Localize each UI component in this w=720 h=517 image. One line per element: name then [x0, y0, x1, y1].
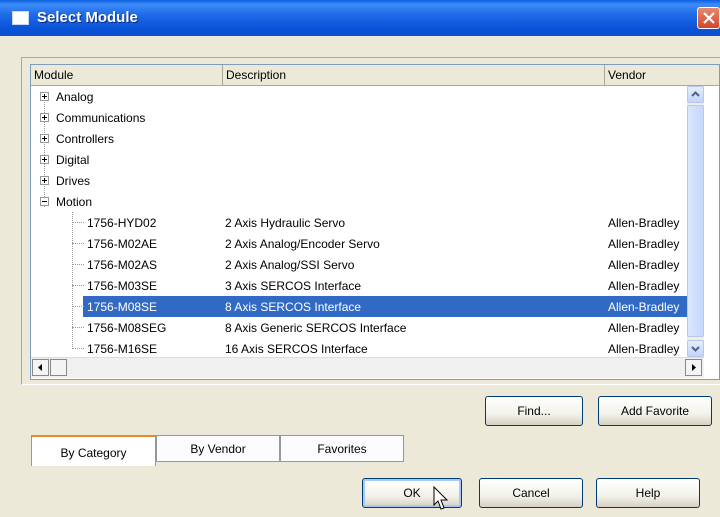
- module-vendor: Allen-Bradley: [608, 258, 680, 272]
- module-name: 1756-M02AE: [87, 237, 158, 251]
- scroll-up-button[interactable]: [687, 86, 704, 103]
- module-row[interactable]: 1756-M16SE 16 Axis SERCOS Interface Allen-…: [31, 338, 691, 359]
- expand-icon[interactable]: [40, 176, 49, 185]
- title-bar: Select Module: [0, 0, 720, 36]
- category-label: Drives: [56, 174, 91, 188]
- tree-connector: [72, 285, 84, 286]
- tree-category-drives[interactable]: Drives: [31, 170, 691, 191]
- horizontal-scroll-thumb[interactable]: [50, 359, 67, 376]
- module-name: 1756-M16SE: [87, 342, 158, 356]
- module-tree: Analog Communications Controllers Digital Dr…: [31, 86, 691, 357]
- tab-favorites[interactable]: Favorites: [280, 435, 404, 462]
- chevron-down-icon: [691, 346, 700, 352]
- category-label: Motion: [56, 195, 93, 209]
- tree-category-communications[interactable]: Communications: [31, 107, 691, 128]
- column-header-module[interactable]: Module: [31, 65, 223, 86]
- horizontal-scrollbar[interactable]: [31, 357, 704, 378]
- expand-icon[interactable]: [40, 113, 49, 122]
- category-label: Controllers: [56, 132, 115, 146]
- collapse-icon[interactable]: [40, 197, 49, 206]
- tree-connector: [72, 348, 84, 349]
- module-vendor: Allen-Bradley: [608, 321, 680, 335]
- tree-category-controllers[interactable]: Controllers: [31, 128, 691, 149]
- tab-by-vendor[interactable]: By Vendor: [156, 435, 280, 462]
- tree-category-digital[interactable]: Digital: [31, 149, 691, 170]
- module-name: 1756-M03SE: [87, 279, 158, 293]
- scroll-left-button[interactable]: [32, 359, 49, 376]
- module-row[interactable]: 1756-HYD02 2 Axis Hydraulic Servo Allen-Br…: [31, 212, 691, 233]
- category-label: Communications: [56, 111, 146, 125]
- module-vendor: Allen-Bradley: [608, 342, 680, 356]
- vertical-scroll-thumb[interactable]: [687, 105, 704, 337]
- module-name: 1756-M02AS: [87, 258, 158, 272]
- scroll-down-button[interactable]: [687, 340, 704, 357]
- module-description: 8 Axis SERCOS Interface: [225, 300, 362, 314]
- module-row[interactable]: 1756-M08SEG 8 Axis Generic SERCOS Interfa…: [31, 317, 691, 338]
- expand-icon[interactable]: [40, 134, 49, 143]
- module-description: 2 Axis Analog/SSI Servo: [225, 258, 355, 272]
- column-header-description[interactable]: Description: [223, 65, 605, 86]
- arrow-right-icon: [692, 364, 696, 371]
- add-favorite-button[interactable]: Add Favorite: [598, 396, 712, 426]
- module-list[interactable]: Module Description Vendor Analog Communic…: [30, 64, 720, 380]
- column-header-vendor[interactable]: Vendor: [605, 65, 719, 86]
- tree-connector: [72, 264, 84, 265]
- module-name: 1756-M08SE: [87, 300, 158, 314]
- cancel-button[interactable]: Cancel: [479, 478, 583, 508]
- module-vendor: Allen-Bradley: [608, 216, 680, 230]
- close-icon: [703, 12, 715, 24]
- tree-connector: [72, 327, 84, 328]
- module-description: 2 Axis Analog/Encoder Servo: [225, 237, 380, 251]
- expand-icon[interactable]: [40, 155, 49, 164]
- module-description: 8 Axis Generic SERCOS Interface: [225, 321, 407, 335]
- arrow-left-icon: [38, 364, 42, 371]
- module-description: 3 Axis SERCOS Interface: [225, 279, 362, 293]
- category-label: Analog: [56, 90, 94, 104]
- module-description: 16 Axis SERCOS Interface: [225, 342, 368, 356]
- module-name: 1756-M08SEG: [87, 321, 167, 335]
- module-vendor: Allen-Bradley: [608, 279, 680, 293]
- category-label: Digital: [56, 153, 90, 167]
- tree-connector: [72, 306, 84, 307]
- tree-category-analog[interactable]: Analog: [31, 86, 691, 107]
- help-button[interactable]: Help: [596, 478, 700, 508]
- module-row[interactable]: 1756-M08SE 8 Axis SERCOS Interface Allen-B…: [31, 296, 691, 317]
- close-button[interactable]: [697, 7, 720, 29]
- find-button[interactable]: Find...: [485, 396, 583, 426]
- module-row[interactable]: 1756-M02AS 2 Axis Analog/SSI Servo Allen-B…: [31, 254, 691, 275]
- module-description: 2 Axis Hydraulic Servo: [225, 216, 346, 230]
- scroll-right-button[interactable]: [685, 359, 702, 376]
- window-icon: [12, 11, 29, 25]
- module-name: 1756-HYD02: [87, 216, 157, 230]
- expand-icon[interactable]: [40, 92, 49, 101]
- module-vendor: Allen-Bradley: [608, 237, 680, 251]
- tab-by-category[interactable]: By Category: [31, 435, 156, 466]
- module-row[interactable]: 1756-M03SE 3 Axis SERCOS Interface Allen-B…: [31, 275, 691, 296]
- chevron-up-icon: [691, 91, 700, 97]
- tree-connector: [72, 222, 84, 223]
- mouse-cursor-icon: [433, 486, 449, 510]
- tree-connector: [72, 243, 84, 244]
- module-row[interactable]: 1756-M02AE 2 Axis Analog/Encoder Servo All…: [31, 233, 691, 254]
- tree-category-motion[interactable]: Motion: [31, 191, 691, 212]
- window-title: Select Module: [37, 9, 138, 26]
- selection-highlight: [83, 296, 691, 317]
- module-vendor: Allen-Bradley: [608, 300, 680, 314]
